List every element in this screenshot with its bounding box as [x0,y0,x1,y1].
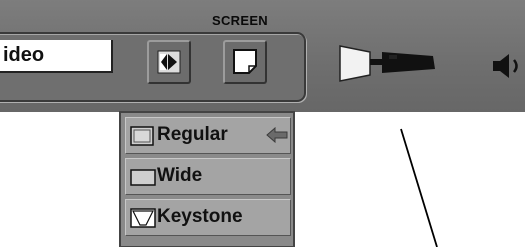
projector-osd-screen: SCREEN ideo Regular Wide Keystone [0,0,525,247]
input-source-field[interactable]: ideo [0,40,113,73]
submenu-item-label: Keystone [157,206,243,227]
projector-icon [339,45,435,82]
submenu-item-regular[interactable]: Regular [125,117,291,154]
screen-shape-button[interactable] [223,40,267,84]
keystone-icon [130,208,156,228]
wide-aspect-icon [130,169,156,186]
screen-size-button[interactable] [147,40,191,84]
screen-size-icon [157,50,181,74]
regular-aspect-icon [130,126,154,146]
submenu-item-wide[interactable]: Wide [125,158,291,195]
submenu-item-label: Regular [157,124,228,145]
speaker-icon [493,54,518,78]
submenu-item-label: Wide [157,165,203,186]
screen-submenu: Regular Wide Keystone [119,111,295,247]
screen-shape-icon [233,49,257,74]
left-arrow-icon [266,127,288,143]
screen-group-title: SCREEN [212,13,268,28]
submenu-item-keystone[interactable]: Keystone [125,199,291,236]
